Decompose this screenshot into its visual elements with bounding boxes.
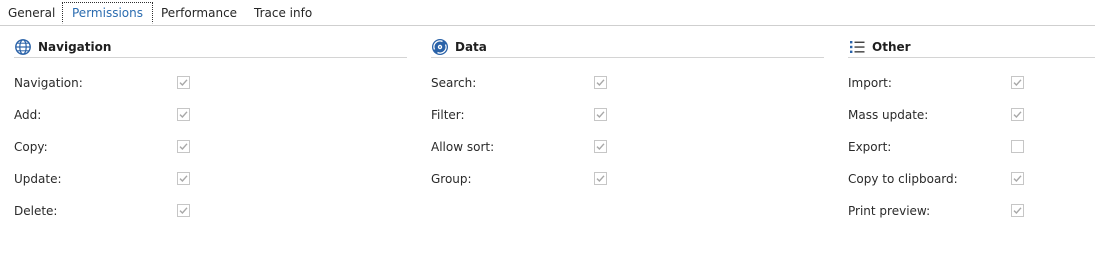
filter-checkbox[interactable]: [594, 108, 607, 121]
permission-row-copy-to-clipboard: Copy to clipboard:: [848, 169, 1095, 189]
search-checkbox[interactable]: [594, 76, 607, 89]
permission-label: Filter:: [431, 108, 465, 122]
update-checkbox[interactable]: [177, 172, 190, 185]
group-checkbox[interactable]: [594, 172, 607, 185]
permission-label: Allow sort:: [431, 140, 495, 154]
tab-performance[interactable]: Performance: [161, 2, 237, 24]
import-checkbox[interactable]: [1011, 76, 1024, 89]
permission-row-filter: Filter:: [431, 105, 824, 125]
list-icon: [848, 38, 866, 56]
permission-row-export: Export:: [848, 137, 1095, 157]
permission-row-add: Add:: [14, 105, 407, 125]
permission-label: Copy:: [14, 140, 48, 154]
permission-row-update: Update:: [14, 169, 407, 189]
other-section-title: Other: [872, 40, 911, 54]
tab-general[interactable]: General: [8, 2, 55, 24]
data-section-header: Data: [431, 36, 824, 58]
permission-label: Search:: [431, 76, 477, 90]
permission-row-copy: Copy:: [14, 137, 407, 157]
permission-row-print-preview: Print preview:: [848, 201, 1095, 221]
permission-row-navigation: Navigation:: [14, 73, 407, 93]
database-disc-icon: [431, 38, 449, 56]
permission-label: Export:: [848, 140, 892, 154]
permission-row-mass-update: Mass update:: [848, 105, 1095, 125]
navigation-section-title: Navigation: [38, 40, 112, 54]
globe-icon: [14, 38, 32, 56]
data-section-title: Data: [455, 40, 487, 54]
permission-row-allow-sort: Allow sort:: [431, 137, 824, 157]
permission-row-search: Search:: [431, 73, 824, 93]
tab-permissions[interactable]: Permissions: [62, 2, 153, 24]
copy-to-clipboard-checkbox[interactable]: [1011, 172, 1024, 185]
other-section-header: Other: [848, 36, 1095, 58]
permission-label: Copy to clipboard:: [848, 172, 958, 186]
tab-trace-info[interactable]: Trace info: [254, 2, 312, 24]
permission-label: Mass update:: [848, 108, 929, 122]
permission-row-delete: Delete:: [14, 201, 407, 221]
print-preview-checkbox[interactable]: [1011, 204, 1024, 217]
permission-row-group: Group:: [431, 169, 824, 189]
permission-label: Print preview:: [848, 204, 931, 218]
navigation-section-header: Navigation: [14, 36, 407, 58]
allow-sort-checkbox[interactable]: [594, 140, 607, 153]
tab-bar: General Permissions Performance Trace in…: [0, 0, 1095, 26]
permission-label: Add:: [14, 108, 42, 122]
permission-label: Update:: [14, 172, 62, 186]
export-checkbox[interactable]: [1011, 140, 1024, 153]
add-checkbox[interactable]: [177, 108, 190, 121]
permission-label: Group:: [431, 172, 472, 186]
delete-checkbox[interactable]: [177, 204, 190, 217]
permission-label: Delete:: [14, 204, 58, 218]
permission-label: Import:: [848, 76, 892, 90]
copy-checkbox[interactable]: [177, 140, 190, 153]
permission-row-import: Import:: [848, 73, 1095, 93]
navigation-checkbox[interactable]: [177, 76, 190, 89]
permission-label: Navigation:: [14, 76, 83, 90]
mass-update-checkbox[interactable]: [1011, 108, 1024, 121]
